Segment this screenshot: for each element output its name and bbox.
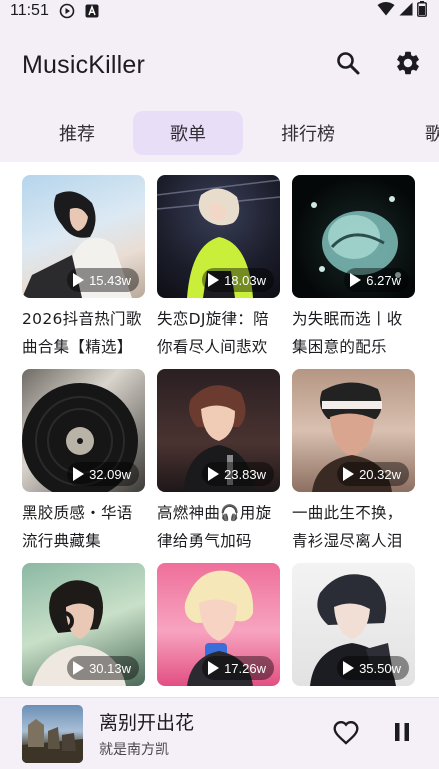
playlist-card[interactable]: 6.27w 为失眠而选丨收集困意的配乐 xyxy=(292,175,415,361)
playlist-cover: 23.83w xyxy=(157,369,280,492)
tab-label: 推荐 xyxy=(59,124,95,145)
pause-icon xyxy=(392,721,412,747)
tab-charts[interactable]: 排行榜 xyxy=(253,111,363,155)
status-time: 11:51 xyxy=(10,2,49,19)
playlist-cover: 15.43w xyxy=(22,175,145,298)
play-count: 20.32w xyxy=(359,466,401,482)
play-icon xyxy=(208,661,220,675)
play-count: 17.26w xyxy=(224,660,266,676)
play-count: 32.09w xyxy=(89,466,131,482)
tab-playlists[interactable]: 歌单 xyxy=(133,111,243,155)
play-count-badge: 30.13w xyxy=(67,656,139,680)
app-title: MusicKiller xyxy=(22,50,146,79)
playlist-card[interactable]: 17.26w xyxy=(157,563,280,697)
playlist-card[interactable]: 30.13w xyxy=(22,563,145,697)
a-notification-icon xyxy=(85,4,99,18)
play-icon xyxy=(73,467,85,481)
play-count: 30.13w xyxy=(89,660,131,676)
playlist-card[interactable]: 18.03w 失恋DJ旋律：陪你看尽人间悲欢 xyxy=(157,175,280,361)
playlist-cover: 20.32w xyxy=(292,369,415,492)
playlist-cover: 18.03w xyxy=(157,175,280,298)
play-icon xyxy=(73,273,85,287)
playlist-title: 黑胶质感・华语流行典藏集 xyxy=(22,504,133,550)
playlist-cover: 30.13w xyxy=(22,563,145,686)
playlist-cover: 6.27w xyxy=(292,175,415,298)
wifi-icon xyxy=(377,2,395,20)
settings-button[interactable] xyxy=(391,48,425,82)
favorite-button[interactable] xyxy=(329,717,363,751)
playlist-card[interactable]: 23.83w 高燃神曲🎧用旋律给勇气加码 xyxy=(157,369,280,555)
playlist-title: 失恋DJ旋律：陪你看尽人间悲欢 xyxy=(157,310,269,356)
app-bar: MusicKiller xyxy=(0,40,439,90)
status-bar: 11:51 xyxy=(0,0,439,22)
playlist-cover: 17.26w xyxy=(157,563,280,686)
signal-icon xyxy=(399,2,413,20)
heart-icon xyxy=(332,719,360,749)
tab-label: 歌单 xyxy=(170,124,206,145)
now-playing-bar[interactable]: 离别开出花 就是南方凯 xyxy=(0,697,439,769)
play-count: 6.27w xyxy=(366,272,401,288)
playlist-title: 2026抖音热门歌曲合集【精选】 xyxy=(22,310,142,356)
media-play-icon xyxy=(59,3,75,19)
playlist-card[interactable]: 15.43w 2026抖音热门歌曲合集【精选】 xyxy=(22,175,145,361)
search-icon xyxy=(335,50,361,80)
playlist-cover: 35.50w xyxy=(292,563,415,686)
play-count-badge: 32.09w xyxy=(67,462,139,486)
playlist-title: 为失眠而选丨收集困意的配乐 xyxy=(292,310,403,356)
play-count-badge: 6.27w xyxy=(344,268,409,292)
play-count: 23.83w xyxy=(224,466,266,482)
play-icon xyxy=(73,661,85,675)
tab-label: 排行榜 xyxy=(281,124,335,145)
tab-label: 歌手 xyxy=(425,124,439,145)
tab-artists[interactable]: 歌手 xyxy=(388,111,439,155)
cover-art xyxy=(22,718,83,763)
now-playing-artist: 就是南方凯 xyxy=(99,742,169,758)
now-playing-title: 离别开出花 xyxy=(99,712,195,734)
pause-button[interactable] xyxy=(385,717,419,751)
play-count: 35.50w xyxy=(359,660,401,676)
play-count-badge: 20.32w xyxy=(337,462,409,486)
player-actions xyxy=(329,717,419,751)
gear-icon xyxy=(394,49,422,81)
playlist-grid: 15.43w 2026抖音热门歌曲合集【精选】 18.03w 失恋DJ旋律：陪你… xyxy=(0,162,439,697)
playlist-card[interactable]: 35.50w xyxy=(292,563,415,697)
play-icon xyxy=(208,273,220,287)
play-count: 18.03w xyxy=(224,272,266,288)
play-count-badge: 18.03w xyxy=(202,268,274,292)
play-icon xyxy=(343,467,355,481)
now-playing-info: 离别开出花 就是南方凯 xyxy=(99,708,194,759)
tab-recommend[interactable]: 推荐 xyxy=(22,111,132,155)
play-count-badge: 17.26w xyxy=(202,656,274,680)
tab-bar: 推荐 歌单 排行榜 歌手 xyxy=(0,108,439,158)
play-count: 15.43w xyxy=(89,272,131,288)
playlist-card[interactable]: 32.09w 黑胶质感・华语流行典藏集 xyxy=(22,369,145,555)
now-playing-cover xyxy=(22,704,83,763)
play-count-badge: 15.43w xyxy=(67,268,139,292)
playlist-cover: 32.09w xyxy=(22,369,145,492)
play-icon xyxy=(343,661,355,675)
playlist-title: 一曲此生不换，青衫湿尽离人泪 xyxy=(292,504,403,550)
play-icon xyxy=(350,273,362,287)
playlist-title: 高燃神曲🎧用旋律给勇气加码 xyxy=(157,504,272,550)
play-count-badge: 23.83w xyxy=(202,462,274,486)
play-icon xyxy=(208,467,220,481)
battery-icon xyxy=(417,1,427,21)
playlist-card[interactable]: 20.32w 一曲此生不换，青衫湿尽离人泪 xyxy=(292,369,415,555)
search-button[interactable] xyxy=(331,48,365,82)
play-count-badge: 35.50w xyxy=(337,656,409,680)
